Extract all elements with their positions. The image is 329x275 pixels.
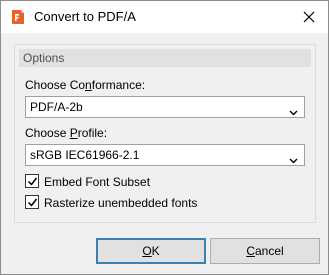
- cancel-accel: C: [246, 244, 255, 258]
- profile-select[interactable]: sRGB IEC61966-2.1: [25, 144, 305, 166]
- close-button[interactable]: [296, 5, 322, 29]
- profile-value: sRGB IEC61966-2.1: [30, 148, 140, 162]
- profile-label: Choose Profile:: [25, 126, 107, 140]
- rasterize-unembedded-checkbox[interactable]: [25, 195, 39, 209]
- cancel-button[interactable]: Cancel: [210, 238, 320, 264]
- ok-rest: K: [151, 244, 160, 258]
- conformance-label-accel: n: [85, 78, 92, 92]
- convert-to-pdfa-dialog: Convert to PDF/A Options Choose Conforma…: [0, 0, 329, 275]
- conformance-select[interactable]: PDF/A-2b: [25, 96, 305, 118]
- dialog-title: Convert to PDF/A: [34, 9, 136, 24]
- ok-button[interactable]: OK: [96, 238, 206, 264]
- embed-font-subset-checkbox[interactable]: [25, 174, 39, 188]
- profile-label-pre: Choose: [25, 126, 70, 140]
- title-bar: Convert to PDF/A: [1, 1, 328, 33]
- options-group-header: Options: [19, 49, 311, 67]
- rasterize-unembedded-label[interactable]: Rasterize unembedded fonts: [44, 196, 197, 210]
- checkmark-icon: [27, 177, 38, 186]
- embed-font-subset-label[interactable]: Embed Font Subset: [44, 175, 150, 189]
- close-icon: [303, 11, 315, 23]
- profile-label-accel: P: [69, 126, 78, 140]
- chevron-down-icon: [289, 153, 298, 167]
- profile-label-post: rofile:: [77, 126, 108, 140]
- conformance-label-pre: Choose Co: [25, 78, 86, 92]
- conformance-label-post: formance:: [91, 78, 146, 92]
- checkmark-icon: [27, 198, 38, 207]
- ok-accel: O: [142, 244, 152, 258]
- dialog-footer: OK Cancel: [1, 233, 328, 274]
- conformance-value: PDF/A-2b: [30, 100, 83, 114]
- foxit-pdf-icon: [10, 9, 26, 25]
- chevron-down-icon: [289, 105, 298, 119]
- options-group: Options Choose Conformance: PDF/A-2b Cho…: [14, 44, 316, 223]
- conformance-label: Choose Conformance:: [25, 78, 145, 92]
- options-header-label: Options: [23, 51, 65, 65]
- cancel-rest: ancel: [254, 244, 284, 258]
